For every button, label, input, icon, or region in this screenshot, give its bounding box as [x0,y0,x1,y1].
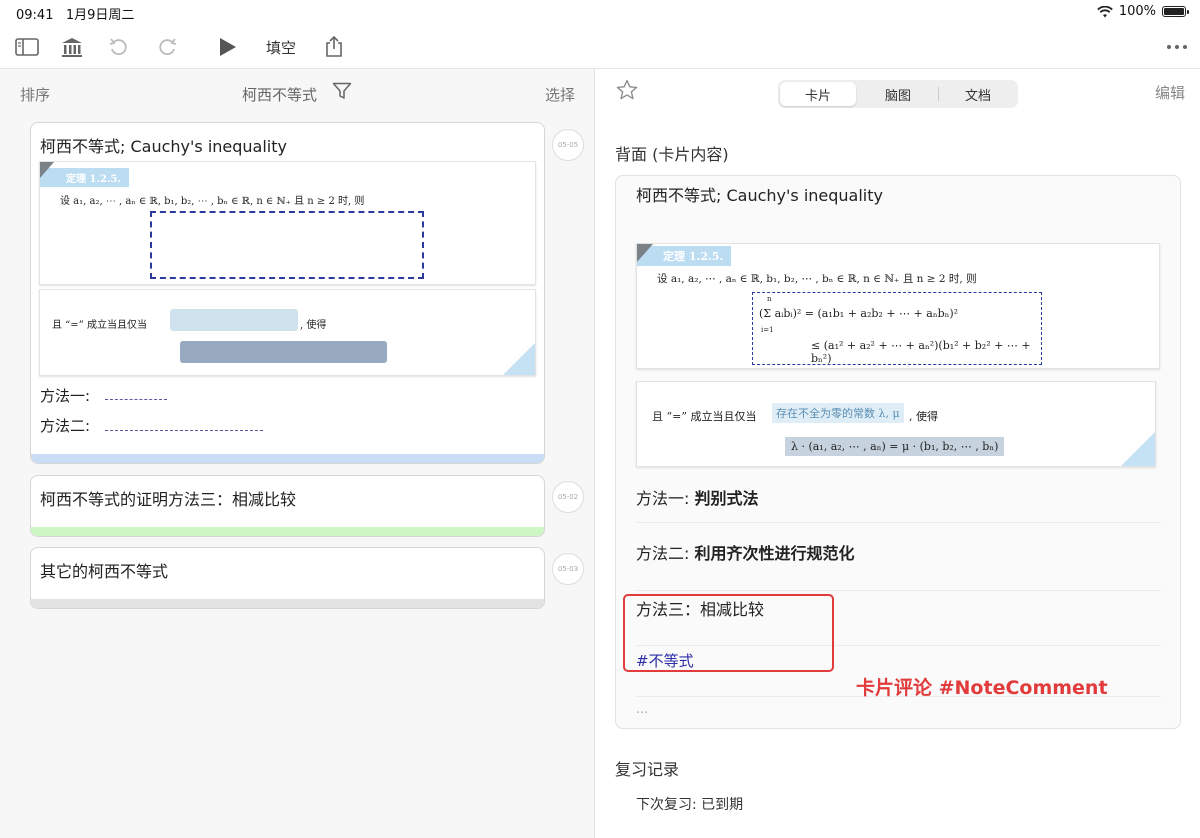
equality-text: 且 “=” 成立当且仅当 [652,410,757,423]
row-separator [636,590,1161,591]
card-date: 05-03 [552,553,584,585]
equality-condition-image: 且 “=” 成立当且仅当 存在不全为零的常数 λ, μ , 使得 λ · (a₁… [636,381,1156,467]
sum-lower-limit: i=1 [761,326,774,334]
battery-percent: 100% [1118,4,1156,19]
theorem-image: 定理 1.2.5. 设 a₁, a₂, ⋯ , aₙ ∈ ℝ, b₁, b₂, … [39,161,536,285]
corner-fold [40,162,54,178]
method2-label: 方法二: [40,417,91,435]
share-icon[interactable] [321,34,347,60]
view-segmented-control: 卡片 脑图 文档 [778,80,1018,108]
redo-icon[interactable] [155,34,181,60]
card-date: 05-05 [552,129,584,161]
sort-button[interactable]: 排序 [20,84,50,105]
corner-fold-br [503,343,535,375]
tab-mindmap[interactable]: 脑图 [860,82,936,106]
theorem-image: 定理 1.2.5. 设 a₁, a₂, ⋯ , aₙ ∈ ℝ, b₁, b₂, … [636,243,1160,369]
annotation-label: 卡片评论 #NoteComment [856,677,1108,699]
equality-condition-image: 且 “=” 成立当且仅当 , 使得 [39,289,536,376]
formula-line2: ≤ (a₁² + a₂² + ⋯ + aₙ²)(b₁² + b₂² + ⋯ + … [811,339,1031,365]
card-title: 柯西不等式的证明方法三：相减比较 [40,490,297,509]
card-color-bar [31,454,544,463]
row-separator [636,522,1161,523]
card-title: 其它的柯西不等式 [40,562,169,581]
filter-icon[interactable] [332,82,352,104]
status-date: 1月9日周二 [65,8,135,23]
library-icon[interactable] [59,34,85,60]
list-card[interactable]: 其它的柯西不等式 [30,547,545,609]
cloze-formula-box[interactable] [150,211,424,279]
select-button[interactable]: 选择 [545,84,575,105]
method2-value: 利用齐次性进行规范化 [694,544,855,563]
cloze-highlight-light[interactable] [170,309,298,331]
status-time: 09:41 1月9日周二 [16,8,135,23]
equality-text-end: , 使得 [300,320,327,331]
list-title: 柯西不等式 [242,86,318,104]
tab-document[interactable]: 文档 [940,82,1016,106]
card-title: 柯西不等式; Cauchy's inequality [40,137,287,156]
formula-box: n i=1 (Σ aᵢbᵢ)² = (a₁b₁ + a₂b₂ + ⋯ + aₙb… [752,292,1042,365]
wifi-icon [1096,5,1113,17]
card-list-panel: 排序 柯西不等式 选择 柯西不等式; Cauchy's inequality 定… [0,69,595,838]
review-section-title: 复习记录 [615,760,680,779]
next-review-text: 下次复习: 已到期 [636,797,744,813]
card-color-bar [31,527,544,536]
top-toolbar: 填空 [0,28,1200,66]
tab-card[interactable]: 卡片 [780,82,856,106]
battery-indicator: 100% [1096,4,1189,19]
theorem-statement: 设 a₁, a₂, ⋯ , aₙ ∈ ℝ, b₁, b₂, ⋯ , bₙ ∈ ℝ… [657,273,977,285]
edit-button[interactable]: 编辑 [1155,82,1185,103]
status-bar: 09:41 1月9日周二 100% [0,0,1200,26]
method1-cloze[interactable] [105,399,167,400]
equality-highlight: 存在不全为零的常数 λ, μ [772,403,904,423]
battery-icon [1162,6,1189,17]
sidebar-toggle-icon[interactable] [14,34,40,60]
equality-formula: λ · (a₁, a₂, ⋯ , aₙ) = μ · (b₁, b₂, ⋯ , … [785,437,1005,456]
method1-value: 判别式法 [694,489,759,508]
list-card[interactable]: 柯西不等式的证明方法三：相减比较 [30,475,545,537]
app-screen: 09:41 1月9日周二 100% 填空 排序 柯西不等式 选择 柯西不等式; … [0,0,1200,838]
card-color-bar [31,599,544,608]
equality-text: 且 “=” 成立当且仅当 [52,320,147,331]
play-icon[interactable] [214,34,240,60]
undo-icon[interactable] [105,34,131,60]
corner-fold-br [1121,432,1155,466]
card-list-header: 排序 柯西不等式 选择 [0,69,595,117]
segment-divider [938,87,939,101]
more-comments-ellipsis[interactable]: ... [636,702,648,717]
corner-fold [637,244,653,262]
card-content: 柯西不等式; Cauchy's inequality 定理 1.2.5. 设 a… [615,175,1181,729]
method2-row: 方法二: 利用齐次性进行规范化 [636,544,855,563]
card-detail-panel: 卡片 脑图 文档 编辑 背面 (卡片内容) 柯西不等式; Cauchy's in… [596,69,1200,838]
back-section-title: 背面 (卡片内容) [615,145,729,164]
cloze-button[interactable]: 填空 [266,37,296,58]
method2-cloze[interactable] [105,430,263,431]
card-content-title: 柯西不等式; Cauchy's inequality [636,186,883,205]
more-icon[interactable] [1164,34,1190,60]
formula-line1: (Σ aᵢbᵢ)² = (a₁b₁ + a₂b₂ + ⋯ + aₙbₙ)² [759,307,959,320]
theorem-statement: 设 a₁, a₂, ⋯ , aₙ ∈ ℝ, b₁, b₂, ⋯ , bₙ ∈ ℝ… [60,196,365,207]
sum-upper-limit: n [767,295,772,303]
cloze-highlight-dark[interactable] [180,341,387,363]
list-card[interactable]: 柯西不等式; Cauchy's inequality 定理 1.2.5. 设 a… [30,122,545,464]
method1-row: 方法一: 判别式法 [636,489,759,508]
method1-label: 方法一: [40,387,91,405]
card-date: 05-02 [552,481,584,513]
annotation-highlight-box [623,594,834,672]
equality-text-end: , 使得 [909,410,938,423]
star-icon[interactable] [616,79,638,105]
